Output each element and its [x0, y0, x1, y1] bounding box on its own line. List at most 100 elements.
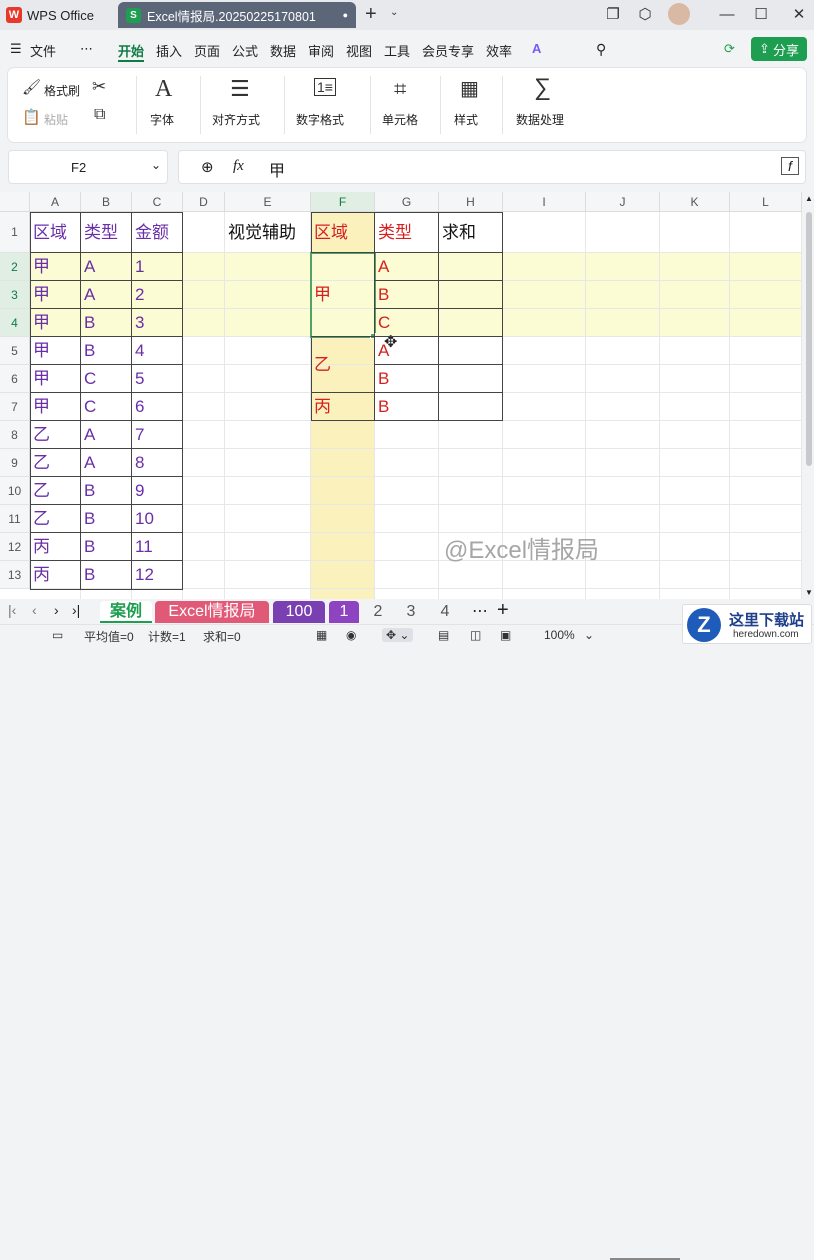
last-sheet-icon[interactable]: ›|	[72, 602, 80, 618]
row-header-2[interactable]: 2	[0, 253, 30, 281]
cell-b7[interactable]: C	[81, 393, 132, 421]
column-header-f[interactable]: F	[311, 192, 375, 212]
formula-bar[interactable]: ⊕ fx 甲 f	[178, 150, 806, 184]
cell-g7[interactable]: B	[375, 393, 439, 421]
sheet-tab-3[interactable]: 3	[397, 601, 425, 623]
style-icon[interactable]: ▦	[460, 76, 479, 101]
cell-a10[interactable]: 乙	[30, 477, 81, 505]
sheet-list-icon[interactable]: ▭	[52, 628, 63, 642]
cell-b3[interactable]: A	[81, 281, 132, 309]
sheet-tab-case[interactable]: 案例	[100, 601, 152, 623]
cell-a12[interactable]: 丙	[30, 533, 81, 561]
menu-more[interactable]: ⋯	[80, 41, 93, 57]
cell-g2[interactable]: A	[375, 253, 439, 281]
cell-g6[interactable]: B	[375, 365, 439, 393]
align-button[interactable]: 对齐方式	[212, 111, 260, 128]
style-button[interactable]: 样式	[454, 111, 478, 128]
document-tab[interactable]: S Excel情报局.20250225170801 ●	[118, 2, 356, 28]
cell-a11[interactable]: 乙	[30, 505, 81, 533]
cell-a2[interactable]: 甲	[30, 253, 81, 281]
cell-a6[interactable]: 甲	[30, 365, 81, 393]
paste-button[interactable]: 粘贴	[44, 111, 68, 128]
cell-a5[interactable]: 甲	[30, 337, 81, 365]
cell-c6[interactable]: 5	[132, 365, 183, 393]
page-break-icon[interactable]: ▣	[500, 628, 511, 642]
cell-b12[interactable]: B	[81, 533, 132, 561]
column-header-g[interactable]: G	[375, 192, 439, 212]
cell-b11[interactable]: B	[81, 505, 132, 533]
row-header-11[interactable]: 11	[0, 505, 30, 533]
cell-button[interactable]: 单元格	[382, 111, 418, 128]
align-icon[interactable]: ☰	[230, 76, 250, 102]
paste-icon[interactable]: 📋	[22, 108, 41, 126]
number-format-icon[interactable]: 1≡	[314, 78, 336, 96]
vertical-scroll-thumb[interactable]	[806, 212, 812, 466]
table-view-icon[interactable]: ▦	[316, 628, 327, 642]
menu-formula[interactable]: 公式	[232, 41, 258, 60]
cell-b9[interactable]: A	[81, 449, 132, 477]
row-header-9[interactable]: 9	[0, 449, 30, 477]
cell-c10[interactable]: 9	[132, 477, 183, 505]
scroll-down-icon[interactable]: ▼	[805, 588, 813, 597]
menu-member[interactable]: 会员专享	[422, 41, 474, 60]
cell-c7[interactable]: 6	[132, 393, 183, 421]
chevron-down-icon[interactable]: ⌄	[151, 158, 161, 172]
cell-c12[interactable]: 11	[132, 533, 183, 561]
cell-f5-merged[interactable]: 乙	[311, 337, 375, 393]
cell-icon[interactable]: ⌗	[394, 76, 406, 102]
prev-sheet-icon[interactable]: ‹	[32, 602, 37, 618]
column-header-k[interactable]: K	[660, 192, 730, 212]
menu-tools[interactable]: 工具	[384, 41, 410, 60]
first-sheet-icon[interactable]: |‹	[8, 602, 16, 618]
menu-efficiency[interactable]: 效率	[486, 41, 512, 60]
cut-icon[interactable]: ✂	[92, 77, 106, 97]
cell-b6[interactable]: C	[81, 365, 132, 393]
normal-view-icon[interactable]: ▤	[438, 628, 449, 642]
cell-b4[interactable]: B	[81, 309, 132, 337]
row-header-8[interactable]: 8	[0, 421, 30, 449]
more-sheets-button[interactable]: ⋯	[472, 601, 488, 621]
row-header-6[interactable]: 6	[0, 365, 30, 393]
column-header-e[interactable]: E	[225, 192, 311, 212]
column-header-a[interactable]: A	[30, 192, 81, 212]
format-painter-icon[interactable]: 🖌	[22, 78, 41, 96]
cell-b2[interactable]: A	[81, 253, 132, 281]
cell-a7[interactable]: 甲	[30, 393, 81, 421]
new-tab-button[interactable]: +	[365, 3, 377, 26]
cell-c2[interactable]: 1	[132, 253, 183, 281]
menu-data[interactable]: 数据	[270, 41, 296, 60]
cell-c11[interactable]: 10	[132, 505, 183, 533]
row-header-7[interactable]: 7	[0, 393, 30, 421]
hamburger-icon[interactable]: ☰	[10, 41, 22, 57]
zoom-search-icon[interactable]: ⊕	[201, 158, 214, 176]
row-header-1[interactable]: 1	[0, 212, 30, 253]
next-sheet-icon[interactable]: ›	[54, 602, 59, 618]
tab-list-chevron-icon[interactable]: ⌄	[390, 7, 398, 18]
minimize-icon[interactable]: —	[716, 4, 738, 26]
cell-a9[interactable]: 乙	[30, 449, 81, 477]
column-header-h[interactable]: H	[439, 192, 503, 212]
cell-a1[interactable]: 区域	[30, 212, 81, 253]
column-header-d[interactable]: D	[183, 192, 225, 212]
home-tab[interactable]: W WPS Office	[6, 3, 94, 27]
cell-b13[interactable]: B	[81, 561, 132, 589]
sheet-tab-4[interactable]: 4	[431, 601, 459, 623]
column-header-j[interactable]: J	[586, 192, 660, 212]
cell-g1[interactable]: 类型	[375, 212, 439, 253]
zoom-chevron-icon[interactable]: ⌄	[584, 628, 594, 642]
column-header-l[interactable]: L	[730, 192, 802, 212]
formula-expand-icon[interactable]: f	[781, 157, 799, 175]
row-header-12[interactable]: 12	[0, 533, 30, 561]
cell-c5[interactable]: 4	[132, 337, 183, 365]
unsaved-dot-icon[interactable]: ●	[343, 10, 348, 20]
cell-b8[interactable]: A	[81, 421, 132, 449]
cell-e1[interactable]: 视觉辅助	[225, 212, 311, 253]
cell-c8[interactable]: 7	[132, 421, 183, 449]
focus-cross-icon[interactable]: ✥ ⌄	[382, 628, 414, 642]
search-icon[interactable]: ⚲	[596, 41, 606, 58]
menu-insert[interactable]: 插入	[156, 41, 182, 60]
share-button[interactable]: ⇪ 分享	[751, 37, 807, 61]
row-header-10[interactable]: 10	[0, 477, 30, 505]
cell-a3[interactable]: 甲	[30, 281, 81, 309]
maximize-icon[interactable]: ☐	[750, 4, 772, 26]
